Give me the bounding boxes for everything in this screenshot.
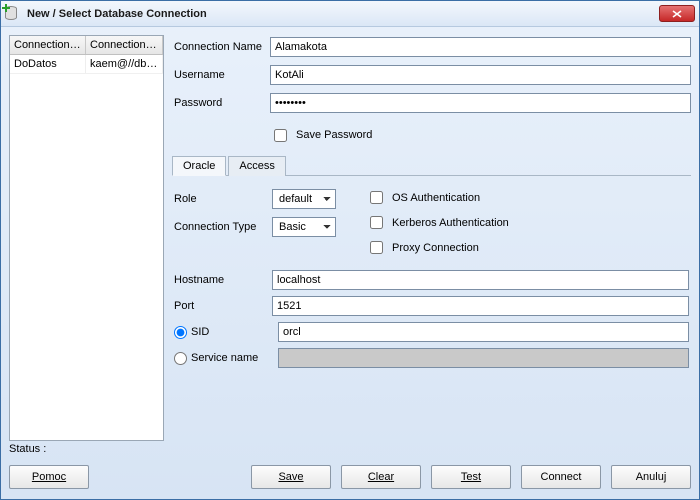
tabs: Oracle Access <box>172 155 691 176</box>
table-row[interactable]: DoDatos kaem@//db-or... <box>10 55 163 74</box>
connection-name-input[interactable] <box>270 37 691 57</box>
close-button[interactable] <box>659 5 695 22</box>
help-button[interactable]: Pomoc <box>9 465 89 489</box>
proxy-checkbox[interactable]: Proxy Connection <box>366 238 509 257</box>
close-icon <box>672 10 682 18</box>
form-panel: Connection Name Username Password Save P… <box>172 35 691 441</box>
cancel-button[interactable]: Anuluj <box>611 465 691 489</box>
save-button[interactable]: Save <box>251 465 331 489</box>
dialog-window: New / Select Database Connection Connect… <box>0 0 700 500</box>
proxy-input[interactable] <box>370 241 383 254</box>
role-label: Role <box>174 193 272 205</box>
sid-radio[interactable] <box>174 326 187 339</box>
clear-button[interactable]: Clear <box>341 465 421 489</box>
connections-panel: Connection N... Connection D... DoDatos … <box>9 35 164 441</box>
os-auth-label: OS Authentication <box>392 192 480 204</box>
sid-input[interactable] <box>278 322 689 342</box>
proxy-label: Proxy Connection <box>392 242 479 254</box>
password-label: Password <box>172 97 270 109</box>
kerberos-label: Kerberos Authentication <box>392 217 509 229</box>
service-name-label: Service name <box>191 352 258 364</box>
service-name-input <box>278 348 689 368</box>
tab-access[interactable]: Access <box>228 156 285 176</box>
status-label: Status : <box>9 443 46 455</box>
role-select[interactable]: default <box>272 189 336 209</box>
column-connection-details[interactable]: Connection D... <box>86 36 163 54</box>
test-button[interactable]: Test <box>431 465 511 489</box>
app-icon <box>5 6 21 22</box>
tab-panel-oracle: Role default Connection Type Basic <box>172 180 691 371</box>
column-connection-name[interactable]: Connection N... <box>10 36 86 54</box>
port-input[interactable] <box>272 296 689 316</box>
sid-label: SID <box>191 326 209 338</box>
tab-oracle[interactable]: Oracle <box>172 156 226 176</box>
kerberos-input[interactable] <box>370 216 383 229</box>
connection-type-select[interactable]: Basic <box>272 217 336 237</box>
os-auth-checkbox[interactable]: OS Authentication <box>366 188 509 207</box>
service-name-radio[interactable] <box>174 352 187 365</box>
os-auth-input[interactable] <box>370 191 383 204</box>
window-title: New / Select Database Connection <box>27 8 207 20</box>
save-password-input[interactable] <box>274 129 287 142</box>
username-label: Username <box>172 69 270 81</box>
table-header: Connection N... Connection D... <box>10 36 163 55</box>
connection-type-label: Connection Type <box>174 221 272 233</box>
connect-button[interactable]: Connect <box>521 465 601 489</box>
titlebar: New / Select Database Connection <box>1 1 699 27</box>
status-bar: Status : <box>1 441 699 459</box>
username-input[interactable] <box>270 65 691 85</box>
save-password-label: Save Password <box>296 129 372 141</box>
hostname-label: Hostname <box>174 274 272 286</box>
save-password-checkbox[interactable]: Save Password <box>270 126 372 145</box>
port-label: Port <box>174 300 272 312</box>
password-input[interactable] <box>270 93 691 113</box>
cell-connection-details: kaem@//db-or... <box>86 55 163 73</box>
connection-name-label: Connection Name <box>172 41 270 53</box>
kerberos-checkbox[interactable]: Kerberos Authentication <box>366 213 509 232</box>
footer-buttons: Pomoc Save Clear Test Connect Anuluj <box>1 459 699 499</box>
hostname-input[interactable] <box>272 270 689 290</box>
cell-connection-name: DoDatos <box>10 55 86 73</box>
connections-table[interactable]: Connection N... Connection D... DoDatos … <box>9 35 164 441</box>
